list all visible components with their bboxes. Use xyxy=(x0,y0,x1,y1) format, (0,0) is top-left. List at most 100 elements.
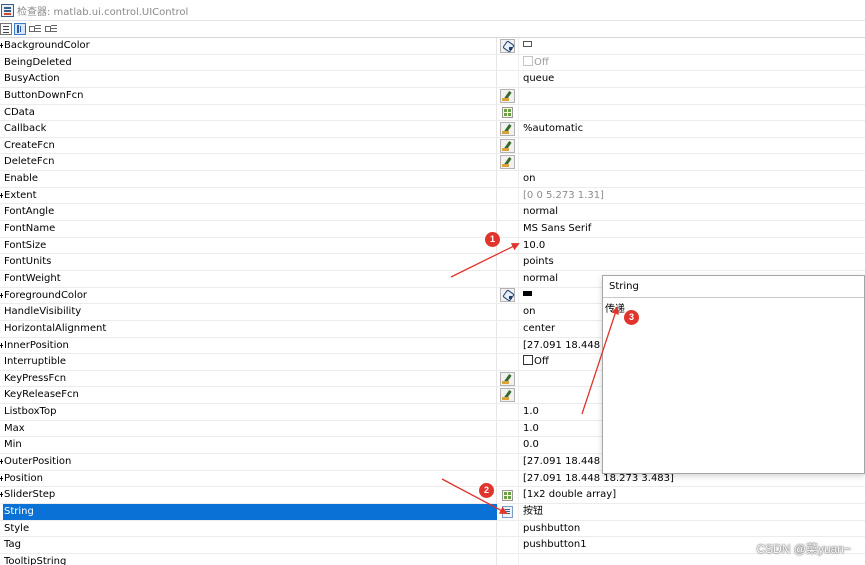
property-row-style[interactable]: Style pushbutton xyxy=(0,520,865,538)
expand-plus-icon[interactable] xyxy=(0,188,3,204)
expand-plus-icon[interactable] xyxy=(0,471,3,487)
property-row-beingdeleted[interactable]: BeingDeleted Off xyxy=(0,54,865,72)
property-value[interactable]: pushbutton xyxy=(519,521,865,537)
property-row-fontangle[interactable]: FontAngle normal xyxy=(0,204,865,222)
property-value[interactable]: queue xyxy=(519,71,865,87)
property-row-backgroundcolor[interactable]: BackgroundColor xyxy=(0,38,865,55)
color-picker-icon[interactable] xyxy=(500,38,515,53)
property-name[interactable]: Min xyxy=(3,437,497,454)
property-value[interactable] xyxy=(519,38,865,54)
property-value[interactable] xyxy=(519,154,865,170)
property-name[interactable]: HorizontalAlignment xyxy=(3,320,497,337)
property-row-tag[interactable]: Tag pushbutton1 xyxy=(0,537,865,554)
property-value[interactable]: Off xyxy=(519,55,865,71)
property-name[interactable]: SliderStep xyxy=(3,487,497,503)
array-editor-icon[interactable] xyxy=(502,489,513,501)
expand-plus-icon[interactable] xyxy=(0,288,3,304)
color-picker-icon[interactable] xyxy=(500,288,515,303)
property-row-busyaction[interactable]: BusyAction queue xyxy=(0,71,865,88)
property-row-buttondownfcn[interactable]: ButtonDownFcn xyxy=(0,87,865,105)
property-name[interactable]: FontSize xyxy=(3,237,497,254)
row-gutter xyxy=(0,404,3,420)
property-row-fontname[interactable]: FontName MS Sans Serif xyxy=(0,221,865,238)
property-name[interactable]: CData xyxy=(3,104,497,121)
property-value[interactable]: 按钮 xyxy=(519,504,865,520)
property-name[interactable]: Extent xyxy=(3,187,497,204)
property-name[interactable]: FontAngle xyxy=(3,204,497,221)
property-value[interactable]: on xyxy=(519,171,865,187)
callback-editor-icon[interactable] xyxy=(500,138,515,153)
property-name[interactable]: BackgroundColor xyxy=(3,38,497,54)
property-value[interactable]: normal xyxy=(519,204,865,220)
property-name[interactable]: Position xyxy=(3,470,497,487)
string-editor-icon[interactable] xyxy=(502,505,513,518)
property-name[interactable]: Tag xyxy=(3,537,497,553)
callback-editor-icon[interactable] xyxy=(500,388,515,403)
property-value-text: Off xyxy=(534,356,549,368)
property-value[interactable]: MS Sans Serif xyxy=(519,221,865,237)
property-name[interactable]: KeyPressFcn xyxy=(3,370,497,387)
property-name[interactable]: Max xyxy=(3,420,497,437)
property-row-enable[interactable]: Enable on xyxy=(0,171,865,188)
color-swatch xyxy=(523,41,532,47)
property-row-createfcn[interactable]: CreateFcn xyxy=(0,137,865,155)
expand-all-icon[interactable] xyxy=(28,23,42,35)
property-name[interactable]: OuterPosition xyxy=(3,454,497,470)
property-name[interactable]: InnerPosition xyxy=(3,337,497,354)
sort-alpha-icon[interactable] xyxy=(14,23,26,35)
property-name[interactable]: ButtonDownFcn xyxy=(3,87,497,104)
property-row-string[interactable]: String 按钮 xyxy=(0,503,865,521)
callback-editor-icon[interactable] xyxy=(500,155,515,170)
property-value[interactable]: 10.0 xyxy=(519,238,865,254)
property-row-tooltipstring[interactable]: TooltipString xyxy=(0,553,865,565)
property-name[interactable]: BusyAction xyxy=(3,71,497,87)
callback-editor-icon[interactable] xyxy=(500,88,515,103)
expand-plus-icon[interactable] xyxy=(0,38,3,54)
categorize-icon[interactable] xyxy=(0,23,12,35)
property-value[interactable]: %automatic xyxy=(519,121,865,137)
property-name[interactable]: FontName xyxy=(3,221,497,237)
editor-cell xyxy=(497,71,519,87)
property-name[interactable]: FontUnits xyxy=(3,254,497,270)
property-row-deletefcn[interactable]: DeleteFcn xyxy=(0,154,865,172)
property-value[interactable]: [1x2 double array] xyxy=(519,487,865,503)
property-name[interactable]: String xyxy=(3,503,497,520)
callback-editor-icon[interactable] xyxy=(500,122,515,137)
row-gutter xyxy=(0,88,3,104)
property-value[interactable]: points xyxy=(519,254,865,270)
property-name[interactable]: ListboxTop xyxy=(3,404,497,420)
property-value[interactable] xyxy=(519,88,865,104)
property-name[interactable]: Enable xyxy=(3,171,497,187)
property-name[interactable]: Style xyxy=(3,520,497,537)
property-name[interactable]: ForegroundColor xyxy=(3,287,497,304)
property-row-sliderstep[interactable]: SliderStep [1x2 double array] xyxy=(0,487,865,504)
property-name[interactable]: TooltipString xyxy=(3,553,497,565)
property-name[interactable]: BeingDeleted xyxy=(3,54,497,71)
property-name[interactable]: HandleVisibility xyxy=(3,304,497,320)
property-name[interactable]: KeyReleaseFcn xyxy=(3,387,497,404)
editor-cell xyxy=(497,221,519,237)
collapse-all-icon[interactable] xyxy=(44,23,58,35)
expand-plus-icon[interactable] xyxy=(0,338,3,354)
property-value[interactable]: [0 0 5.273 1.31] xyxy=(519,188,865,204)
property-value[interactable] xyxy=(519,105,865,121)
property-name[interactable]: CreateFcn xyxy=(3,137,497,154)
property-name[interactable]: Callback xyxy=(3,121,497,137)
property-row-fontunits[interactable]: FontUnits points xyxy=(0,254,865,271)
string-editor-text-area[interactable]: 传递 xyxy=(603,298,864,315)
callback-editor-icon[interactable] xyxy=(500,371,515,386)
property-name[interactable]: DeleteFcn xyxy=(3,154,497,171)
string-editor-popup[interactable]: String 传递 xyxy=(602,275,865,474)
property-row-cdata[interactable]: CData xyxy=(0,104,865,122)
property-name[interactable]: FontWeight xyxy=(3,270,497,287)
expand-plus-icon[interactable] xyxy=(0,487,3,503)
property-row-callback[interactable]: Callback %automatic xyxy=(0,121,865,138)
property-row-extent[interactable]: Extent [0 0 5.273 1.31] xyxy=(0,187,865,205)
property-name[interactable]: Interruptible xyxy=(3,354,497,370)
property-row-fontsize[interactable]: FontSize 10.0 xyxy=(0,237,865,255)
checkbox[interactable] xyxy=(523,355,533,366)
property-value[interactable] xyxy=(519,138,865,154)
expand-plus-icon[interactable] xyxy=(0,454,3,470)
array-editor-icon[interactable] xyxy=(502,106,513,118)
editor-cell xyxy=(497,354,519,370)
